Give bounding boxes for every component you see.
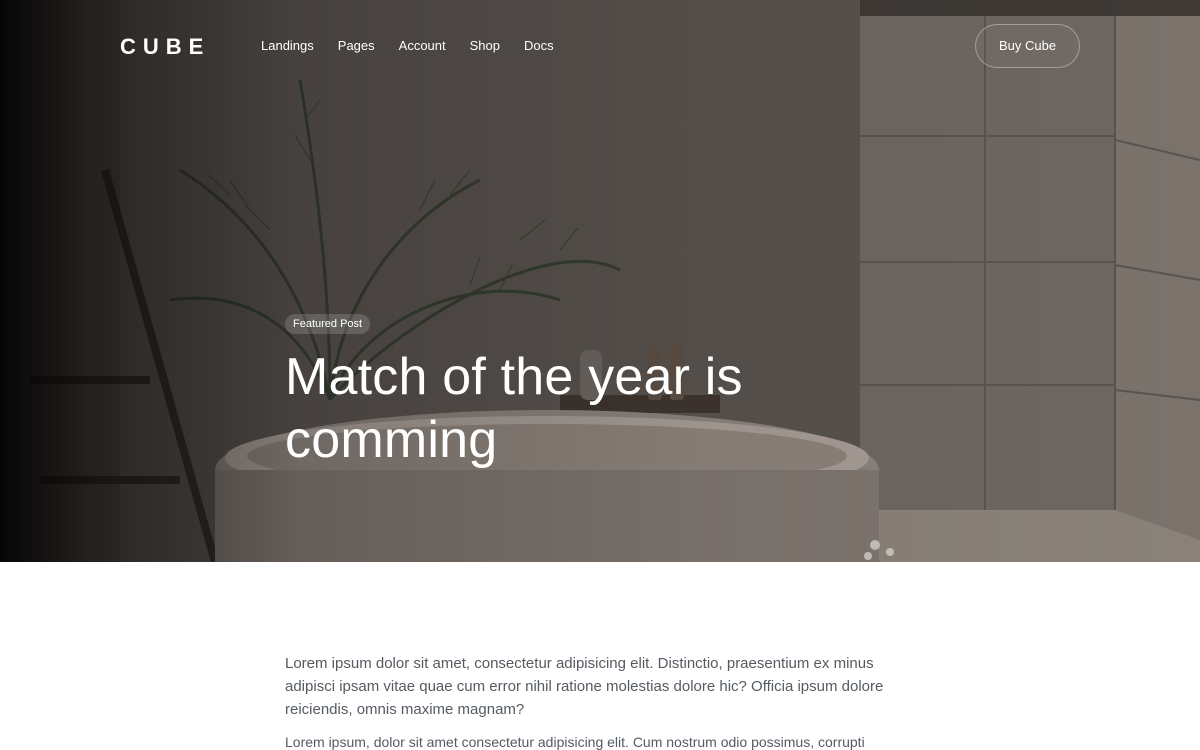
article-paragraph: Lorem ipsum, dolor sit amet consectetur … (285, 734, 865, 750)
nav-item-shop[interactable]: Shop (470, 38, 500, 54)
nav-item-pages[interactable]: Pages (338, 38, 375, 54)
brand-logo[interactable]: CUBE (120, 34, 210, 60)
nav-item-landings[interactable]: Landings (261, 38, 314, 54)
article-lead-paragraph: Lorem ipsum dolor sit amet, consectetur … (285, 655, 884, 718)
top-navigation: CUBE Landings Pages Account Shop Docs Bu… (0, 0, 1200, 92)
buy-cube-button[interactable]: Buy Cube (975, 24, 1080, 68)
hero-title: Match of the year is comming (285, 348, 743, 469)
nav-item-account[interactable]: Account (399, 38, 446, 54)
article-body: Lorem ipsum dolor sit amet, consectetur … (285, 652, 925, 750)
main-menu: Landings Pages Account Shop Docs (261, 38, 578, 54)
featured-post-badge: Featured Post (285, 314, 371, 334)
nav-item-docs[interactable]: Docs (524, 38, 554, 54)
